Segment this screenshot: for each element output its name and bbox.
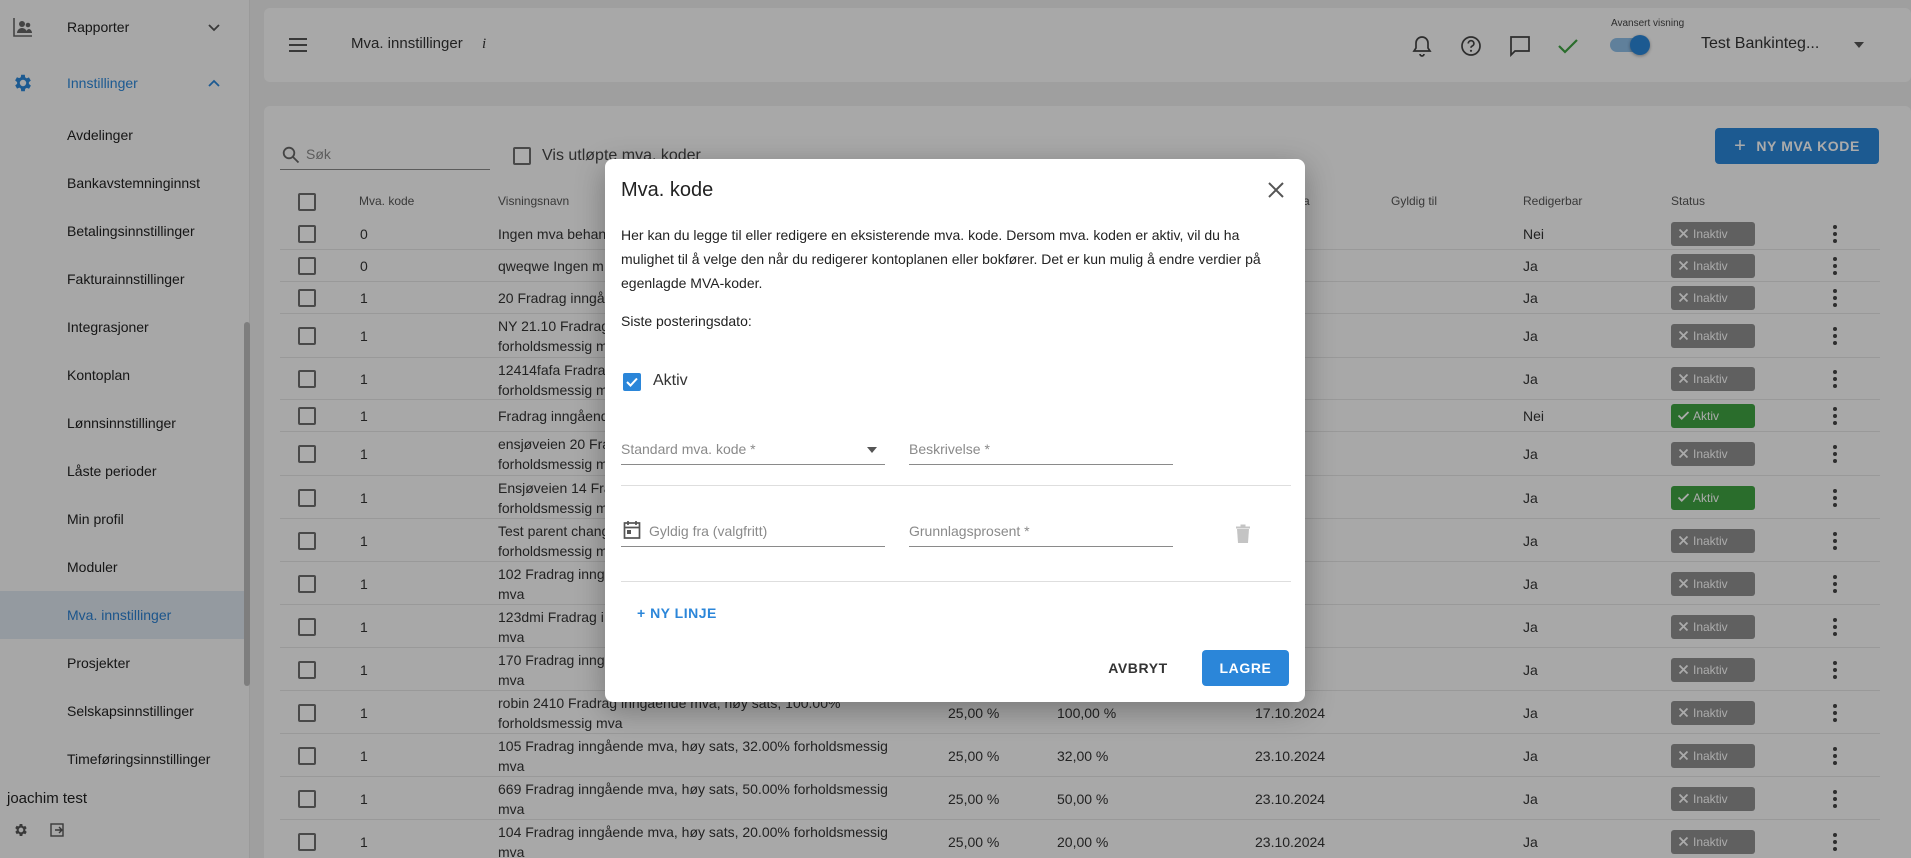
divider bbox=[621, 581, 1291, 582]
close-icon[interactable] bbox=[1265, 179, 1287, 201]
last-posting-date-label: Siste posteringsdato: bbox=[621, 313, 752, 329]
grunnlagsprosent-input[interactable]: Grunnlagsprosent * bbox=[909, 515, 1173, 547]
save-button[interactable]: LAGRE bbox=[1202, 650, 1289, 686]
caret-down-icon bbox=[867, 447, 877, 453]
mva-code-dialog: Mva. kode Her kan du legge til eller red… bbox=[605, 159, 1305, 702]
standard-mva-code-placeholder: Standard mva. kode * bbox=[621, 441, 756, 457]
beskrivelse-input[interactable]: Beskrivelse * bbox=[909, 433, 1173, 465]
cancel-button[interactable]: AVBRYT bbox=[1095, 650, 1181, 686]
aktiv-label: Aktiv bbox=[653, 372, 688, 389]
aktiv-checkbox[interactable] bbox=[623, 373, 641, 391]
check-icon bbox=[626, 377, 638, 387]
gyldig-fra-input[interactable]: Gyldig fra (valgfritt) bbox=[621, 515, 885, 547]
dialog-description: Her kan du legge til eller redigere en e… bbox=[621, 227, 1261, 291]
dialog-title: Mva. kode bbox=[621, 179, 714, 201]
standard-mva-code-select[interactable]: Standard mva. kode * bbox=[621, 433, 885, 465]
calendar-icon[interactable] bbox=[623, 520, 641, 540]
beskrivelse-placeholder: Beskrivelse * bbox=[909, 441, 990, 457]
grunnlagsprosent-placeholder: Grunnlagsprosent * bbox=[909, 523, 1030, 539]
gyldig-fra-placeholder: Gyldig fra (valgfritt) bbox=[649, 523, 768, 539]
divider bbox=[621, 485, 1291, 486]
add-line-button[interactable]: + NY LINJE bbox=[637, 605, 717, 621]
trash-icon[interactable] bbox=[1235, 524, 1251, 544]
